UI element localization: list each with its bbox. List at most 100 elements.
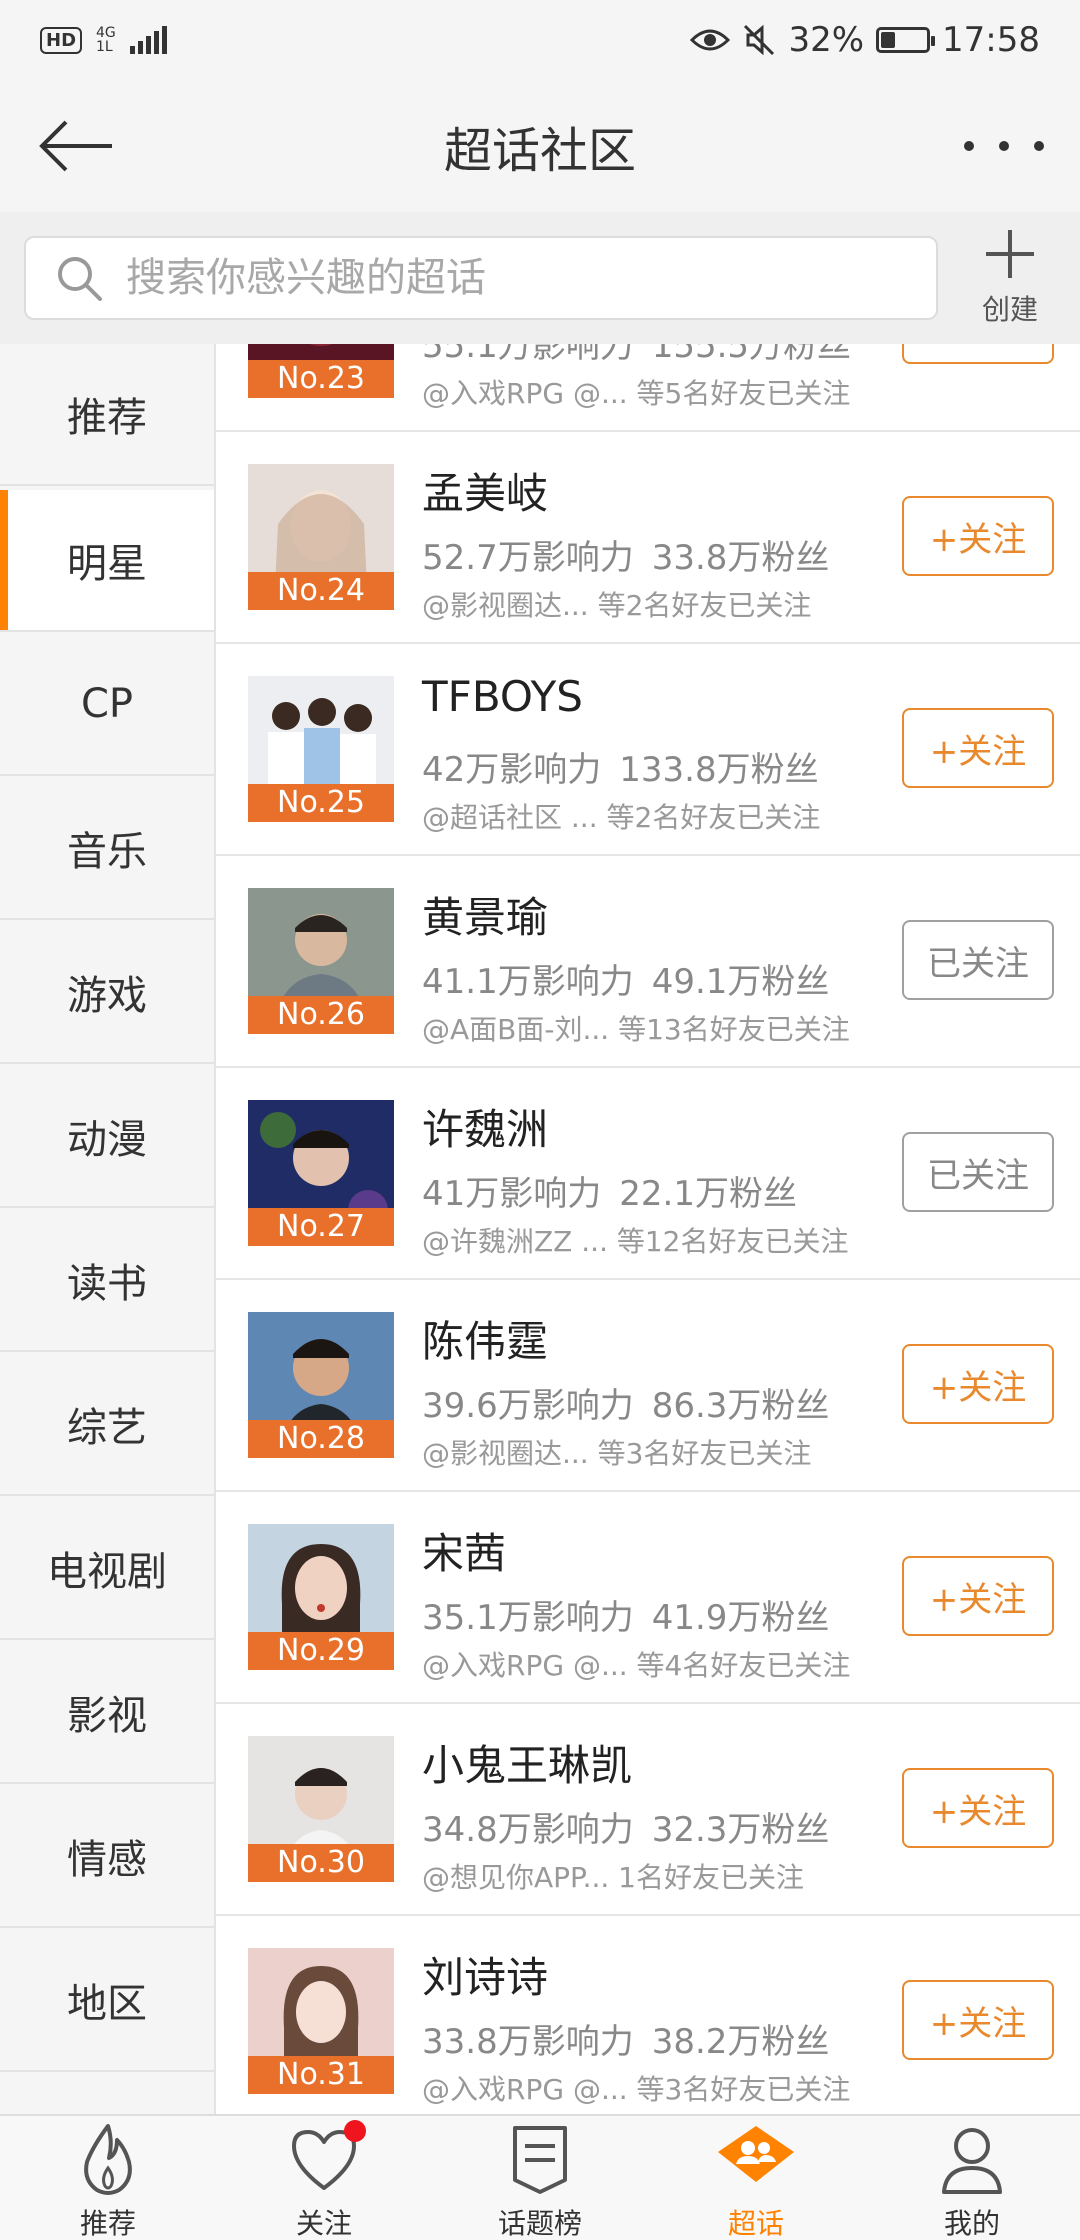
list-item[interactable]: No.29 宋茜 35.1万影响力 41.9万粉丝 @入戏RPG @... 等4名… bbox=[216, 1492, 1080, 1704]
follow-button[interactable]: +关注 bbox=[902, 496, 1054, 576]
topic-stats: 42万影响力 133.8万粉丝 bbox=[422, 742, 819, 791]
network-sub: 1L bbox=[96, 39, 113, 55]
search-icon bbox=[58, 257, 102, 301]
back-button[interactable] bbox=[36, 114, 126, 178]
super-topic-icon bbox=[718, 2126, 794, 2182]
category-sidebar: 推荐 明星 CP 音乐 游戏 动漫 读书 综艺 电视剧 影视 情感 地区 bbox=[0, 344, 214, 2114]
status-bar: HD 4G 1L 32% 17:58 bbox=[0, 0, 1080, 80]
tab-following[interactable]: 关注 bbox=[216, 2116, 432, 2240]
list-item[interactable]: No.30 小鬼王琳凯 34.8万影响力 32.3万粉丝 @想见你APP... 1… bbox=[216, 1704, 1080, 1916]
rank-badge: No.30 bbox=[248, 1844, 394, 1882]
tab-label: 超话 bbox=[727, 2207, 784, 2240]
bottom-tab-bar: 推荐 关注 话题榜 超话 我的 bbox=[0, 2114, 1080, 2240]
influence-count: 39.6万影响力 bbox=[422, 1386, 634, 1426]
sidebar-item-game[interactable]: 游戏 bbox=[0, 922, 214, 1064]
follow-button[interactable]: +关注 bbox=[902, 1768, 1054, 1848]
rank-badge: No.23 bbox=[248, 360, 394, 398]
tab-super-topic[interactable]: 超话 bbox=[648, 2116, 864, 2240]
avatar: No.27 bbox=[248, 1100, 394, 1246]
sidebar-item-cp[interactable]: CP bbox=[0, 634, 214, 776]
follow-button[interactable]: +关注 bbox=[902, 708, 1054, 788]
influence-count: 41万影响力 bbox=[422, 1174, 602, 1214]
avatar: No.31 bbox=[248, 1948, 394, 2094]
tab-label: 话题榜 bbox=[497, 2207, 582, 2240]
tab-label: 关注 bbox=[295, 2207, 352, 2240]
followed-button[interactable]: 已关注 bbox=[902, 920, 1054, 1000]
followed-button[interactable]: 已关注 bbox=[902, 1132, 1054, 1212]
list-item[interactable]: No.28 陈伟霆 39.6万影响力 86.3万粉丝 @影视圈达... 等3名好友… bbox=[216, 1280, 1080, 1492]
list-item[interactable]: No.24 孟美岐 52.7万影响力 33.8万粉丝 @影视圈达... 等2名好友… bbox=[216, 432, 1080, 644]
sidebar-item-emotion[interactable]: 情感 bbox=[0, 1786, 214, 1928]
influence-count: 34.8万影响力 bbox=[422, 1810, 634, 1850]
topic-stats: 52.7万影响力 33.8万粉丝 bbox=[422, 530, 829, 579]
create-label: 创建 bbox=[981, 293, 1038, 326]
dot-icon bbox=[999, 141, 1009, 151]
fans-count: 86.3万粉丝 bbox=[651, 1386, 830, 1426]
fans-count: 155.5万粉丝 bbox=[651, 344, 852, 366]
flame-icon bbox=[84, 2124, 132, 2195]
sidebar-item-tv-drama[interactable]: 电视剧 bbox=[0, 1498, 214, 1640]
sidebar-item-star[interactable]: 明星 bbox=[0, 490, 214, 632]
friends-following: @许魏洲ZZ ... 等12名好友已关注 bbox=[422, 1225, 849, 1258]
topic-name: 许魏洲 bbox=[422, 1105, 549, 1154]
friends-following: @影视圈达... 等3名好友已关注 bbox=[422, 1437, 812, 1470]
friends-following: @入戏RPG @... 等5名好友已关注 bbox=[422, 377, 851, 410]
page-title: 超话社区 bbox=[443, 123, 636, 179]
tab-topic-rank[interactable]: 话题榜 bbox=[432, 2116, 648, 2240]
topic-stats: 34.8万影响力 32.3万粉丝 bbox=[422, 1802, 829, 1851]
status-right: 32% 17:58 bbox=[690, 20, 1040, 60]
topic-name: 黄景瑜 bbox=[422, 893, 549, 942]
more-button[interactable] bbox=[964, 126, 1044, 166]
follow-button[interactable]: +关注 bbox=[902, 1980, 1054, 2060]
dot-icon bbox=[1034, 141, 1044, 151]
list-item[interactable]: No.25 TFBOYS 42万影响力 133.8万粉丝 @超话社区 ... 等2… bbox=[216, 644, 1080, 856]
list-item[interactable]: No.26 黄景瑜 41.1万影响力 49.1万粉丝 @A面B面-刘... 等13… bbox=[216, 856, 1080, 1068]
search-input[interactable] bbox=[124, 254, 908, 302]
sidebar-item-recommend[interactable]: 推荐 bbox=[0, 344, 214, 486]
influence-count: 41.1万影响力 bbox=[422, 962, 634, 1002]
topic-name: TFBOYS bbox=[422, 672, 583, 721]
friends-following: @影视圈达... 等2名好友已关注 bbox=[422, 589, 812, 622]
follow-button[interactable]: +关注 bbox=[902, 1556, 1054, 1636]
friends-following: @超话社区 ... 等2名好友已关注 bbox=[422, 801, 821, 834]
avatar: No.30 bbox=[248, 1736, 394, 1882]
sidebar-item-reading[interactable]: 读书 bbox=[0, 1210, 214, 1352]
follow-button[interactable]: +关注 bbox=[902, 344, 1054, 364]
friends-following: @入戏RPG @... 等4名好友已关注 bbox=[422, 1649, 851, 1682]
list-item[interactable]: No.27 许魏洲 41万影响力 22.1万粉丝 @许魏洲ZZ ... 等12名好… bbox=[216, 1068, 1080, 1280]
sidebar-item-anime[interactable]: 动漫 bbox=[0, 1066, 214, 1208]
sidebar-item-music[interactable]: 音乐 bbox=[0, 778, 214, 920]
topic-name: 宋茜 bbox=[422, 1529, 507, 1578]
topic-name: 小鬼王琳凯 bbox=[422, 1741, 633, 1790]
avatar: No.24 bbox=[248, 464, 394, 610]
rank-badge: No.31 bbox=[248, 2056, 394, 2094]
clock: 17:58 bbox=[942, 20, 1040, 60]
friends-following: @想见你APP... 1名好友已关注 bbox=[422, 1861, 804, 1894]
battery-percent: 32% bbox=[788, 20, 865, 60]
search-box[interactable] bbox=[24, 236, 938, 320]
avatar: No.28 bbox=[248, 1312, 394, 1458]
fans-count: 38.2万粉丝 bbox=[651, 2022, 830, 2062]
topic-stats: 41万影响力 22.1万粉丝 bbox=[422, 1166, 797, 1215]
follow-button[interactable]: +关注 bbox=[902, 1344, 1054, 1424]
topic-stats: 35.1万影响力 41.9万粉丝 bbox=[422, 1590, 829, 1639]
dot-icon bbox=[964, 141, 974, 151]
fans-count: 49.1万粉丝 bbox=[651, 962, 830, 1002]
tab-recommend[interactable]: 推荐 bbox=[0, 2116, 216, 2240]
header: 超话社区 bbox=[0, 80, 1080, 214]
topic-name: 刘诗诗 bbox=[422, 1953, 549, 2002]
topic-name: 陈伟霆 bbox=[422, 1317, 549, 1366]
sidebar-item-region[interactable]: 地区 bbox=[0, 1930, 214, 2072]
rank-badge: No.29 bbox=[248, 1632, 394, 1670]
rank-badge: No.28 bbox=[248, 1420, 394, 1458]
sidebar-item-variety[interactable]: 综艺 bbox=[0, 1354, 214, 1496]
topic-stats: 33.8万影响力 38.2万粉丝 bbox=[422, 2014, 829, 2063]
topic-list-icon bbox=[513, 2126, 567, 2194]
create-button[interactable]: 创建 bbox=[960, 224, 1060, 334]
tab-me[interactable]: 我的 bbox=[864, 2116, 1080, 2240]
search-bar: 创建 bbox=[0, 212, 1080, 344]
list-item[interactable]: No.31 刘诗诗 33.8万影响力 38.2万粉丝 @入戏RPG @... 等3… bbox=[216, 1916, 1080, 2114]
friends-following: @入戏RPG @... 等3名好友已关注 bbox=[422, 2073, 851, 2106]
list-item[interactable]: No.23 55.1万影响力 155.5万粉丝 @入戏RPG @... 等5名好友… bbox=[216, 344, 1080, 432]
sidebar-item-film[interactable]: 影视 bbox=[0, 1642, 214, 1784]
